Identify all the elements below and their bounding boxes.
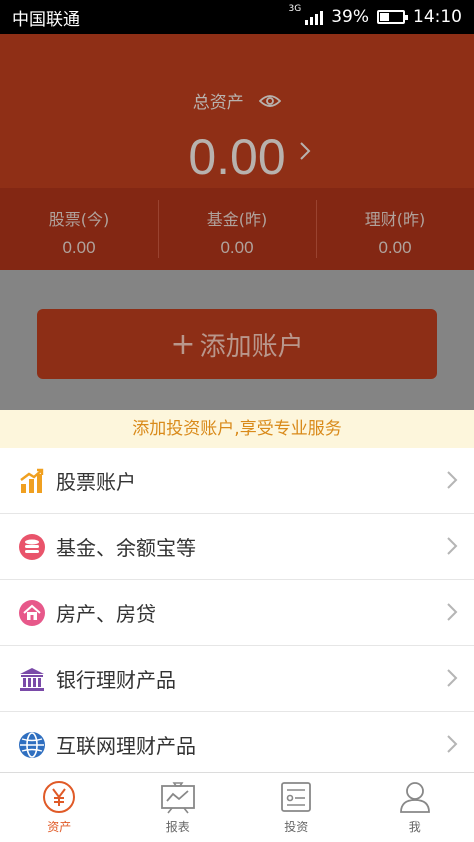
chevron-right-icon [447, 735, 458, 753]
chevron-right-icon [447, 669, 458, 687]
list-item-stock-account[interactable]: 股票账户 [0, 448, 474, 514]
stock-chart-icon [18, 467, 46, 495]
list-item-property[interactable]: 房产、房贷 [0, 580, 474, 646]
status-bar: 中国联通 3G 39% 14:10 [0, 0, 474, 34]
nav-tab-invest[interactable]: 投资 [237, 773, 356, 842]
list-item-internet-product[interactable]: 互联网理财产品 [0, 712, 474, 778]
yen-icon [43, 781, 76, 813]
chevron-right-icon [447, 471, 458, 489]
nav-label: 投资 [284, 820, 309, 834]
asset-breakdown: 股票(今) 0.00 基金(昨) 0.00 理财(昨) 0.00 [0, 188, 474, 270]
signal-icon [305, 9, 324, 25]
list-item-label: 银行理财产品 [56, 668, 176, 692]
list-item-label: 房产、房贷 [56, 602, 156, 626]
battery-icon [377, 10, 408, 24]
fund-yesterday-value: 0.00 [220, 238, 254, 257]
eye-icon[interactable] [259, 94, 282, 108]
nav-label: 资产 [47, 820, 72, 834]
coins-icon [18, 533, 46, 561]
stock-today-value: 0.00 [62, 238, 96, 257]
clock: 14:10 [413, 7, 462, 27]
fund-yesterday-label: 基金(昨) [206, 210, 268, 229]
document-icon [281, 782, 312, 812]
battery-percent: 39% [331, 7, 369, 27]
bank-icon [18, 665, 46, 693]
nav-tab-assets[interactable]: 资产 [0, 773, 119, 842]
bottom-nav: 资产 报表 投资 我 [0, 772, 474, 842]
chevron-right-icon [447, 603, 458, 621]
add-account-button[interactable]: + 添加账户 [37, 309, 437, 379]
wealth-yesterday-value: 0.00 [378, 238, 412, 257]
add-account-label: 添加账户 [199, 331, 304, 362]
list-item-label: 基金、余额宝等 [56, 536, 196, 560]
account-type-list: 股票账户 基金、余额宝等 房产、房贷 银行理财产品 互联网理财产品 [0, 448, 474, 778]
total-assets-label: 总资产 [192, 93, 244, 113]
network-type: 3G [288, 4, 302, 14]
wealth-yesterday-cell[interactable]: 理财(昨) 0.00 [316, 188, 474, 270]
total-assets-value[interactable]: 0.00 [0, 128, 474, 186]
list-item-label: 股票账户 [56, 470, 136, 494]
chart-board-icon [160, 782, 195, 814]
stock-today-label: 股票(今) [48, 210, 110, 229]
nav-label: 我 [408, 820, 421, 834]
carrier-name: 中国联通 [12, 9, 80, 30]
wealth-yesterday-label: 理财(昨) [364, 210, 426, 229]
stock-today-cell[interactable]: 股票(今) 0.00 [0, 188, 158, 270]
nav-tab-reports[interactable]: 报表 [119, 773, 238, 842]
person-icon [399, 782, 430, 813]
plus-icon: + [170, 326, 196, 362]
nav-label: 报表 [165, 820, 190, 834]
house-icon [18, 599, 46, 627]
list-item-fund[interactable]: 基金、余额宝等 [0, 514, 474, 580]
promo-banner: 添加投资账户,享受专业服务 [0, 410, 474, 448]
list-item-label: 互联网理财产品 [56, 734, 196, 758]
fund-yesterday-cell[interactable]: 基金(昨) 0.00 [158, 188, 316, 270]
chevron-right-icon [447, 537, 458, 555]
total-assets-label-row: 总资产 [0, 88, 474, 113]
nav-tab-me[interactable]: 我 [356, 773, 474, 842]
globe-icon [18, 731, 46, 759]
chevron-right-icon[interactable] [298, 140, 312, 162]
list-item-bank-product[interactable]: 银行理财产品 [0, 646, 474, 712]
